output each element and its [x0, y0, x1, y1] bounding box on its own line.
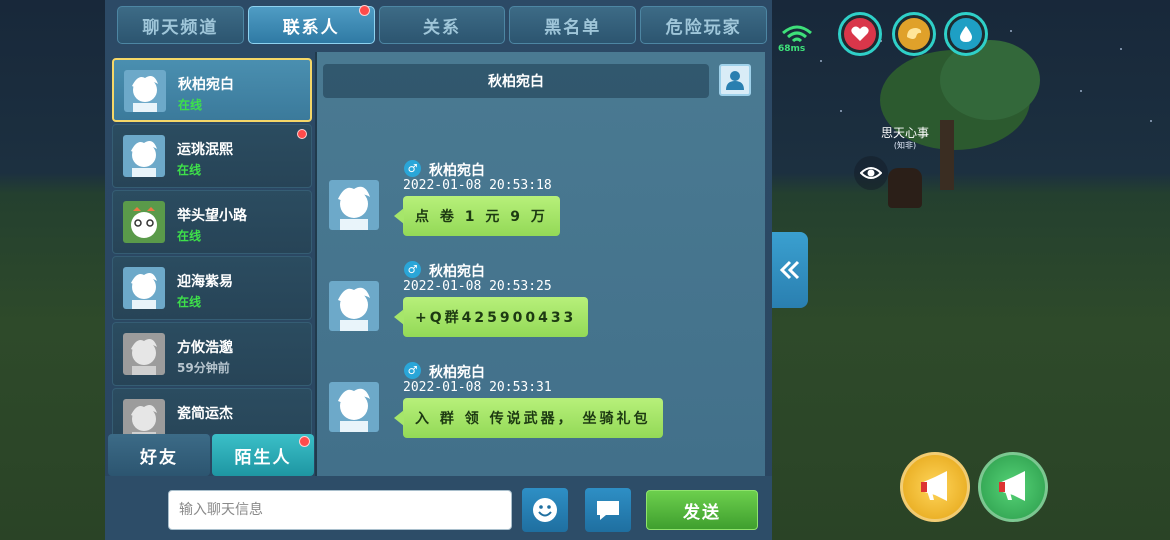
megaphone-icon	[999, 471, 1025, 501]
tab-friends[interactable]: 好友	[108, 434, 210, 476]
avatar	[123, 135, 165, 177]
contact-name: 运珧泯熙	[177, 142, 233, 158]
world-broadcast-button[interactable]	[900, 452, 970, 522]
chat-input-bar: 发送	[105, 476, 772, 540]
chat-input[interactable]	[168, 490, 512, 530]
quick-phrase-button[interactable]	[585, 488, 631, 532]
contact-name: 瓷简运杰	[177, 406, 233, 422]
tab-relations[interactable]: 关系	[378, 6, 506, 44]
speech-bubble-icon	[597, 501, 619, 520]
user-icon	[726, 71, 744, 90]
contact-status: 在线	[177, 295, 202, 309]
social-tabs: 聊天频道 联系人 关系 黑名单 危险玩家	[117, 5, 767, 46]
emoji-button[interactable]	[522, 488, 568, 532]
avatar	[123, 399, 165, 434]
tab-dangerous-players[interactable]: 危险玩家	[640, 6, 767, 44]
health-gauge	[838, 12, 882, 56]
avatar[interactable]	[329, 281, 379, 331]
contact-item[interactable]: 方攸浩邈 59分钟前	[112, 322, 312, 386]
contact-item[interactable]: 运珧泯熙 在线	[112, 124, 312, 188]
contact-name: 方攸浩邈	[177, 340, 233, 356]
tab-strangers[interactable]: 陌生人	[212, 434, 314, 476]
male-icon: ♂	[404, 160, 421, 177]
hunger-gauge	[892, 12, 936, 56]
contact-status: 59分钟前	[177, 361, 230, 375]
avatar	[123, 267, 165, 309]
contact-status: 在线	[177, 163, 202, 177]
contact-name: 举头望小路	[177, 208, 247, 224]
message-sender: 秋柏宛白	[429, 264, 485, 280]
message-timestamp: 2022-01-08 20:53:31	[403, 380, 552, 395]
notification-dot	[297, 129, 307, 139]
message-timestamp: 2022-01-08 20:53:18	[403, 178, 552, 193]
npc-on-horse[interactable]	[888, 168, 922, 208]
smiley-icon	[533, 498, 557, 522]
chat-title: 秋柏宛白	[323, 64, 709, 98]
collapse-panel-button[interactable]	[772, 232, 808, 308]
avatar[interactable]	[329, 180, 379, 230]
avatar	[123, 201, 165, 243]
contact-name: 秋柏宛白	[178, 77, 234, 93]
message-bubble[interactable]: +Q群425900433	[393, 297, 589, 337]
message-bubble[interactable]: 点 卷 1 元 9 万	[394, 196, 560, 236]
contact-item[interactable]: 瓷简运杰	[112, 388, 312, 434]
bread-icon	[907, 28, 922, 39]
double-chevron-left-icon	[779, 260, 800, 280]
thirst-gauge	[944, 12, 988, 56]
male-icon: ♂	[404, 362, 421, 379]
ping-label: 68ms	[778, 44, 806, 54]
chat-message: ♂ 秋柏宛白 2022-01-08 20:53:18 点 卷 1 元 9 万	[329, 160, 749, 240]
contact-item[interactable]: 举头望小路 在线	[112, 190, 312, 254]
contact-name: 迎海紫易	[177, 274, 233, 290]
chat-message: ♂ 秋柏宛白 2022-01-08 20:53:31 入 群 领 传说武器， 坐…	[329, 362, 749, 442]
eye-icon[interactable]	[854, 156, 888, 190]
team-broadcast-button[interactable]	[978, 452, 1048, 522]
chat-message: ♂ 秋柏宛白 2022-01-08 20:53:25 +Q群425900433	[329, 261, 749, 341]
avatar	[123, 333, 165, 375]
message-timestamp: 2022-01-08 20:53:25	[403, 279, 552, 294]
contact-category-tabs: 好友 陌生人	[108, 434, 314, 476]
message-bubble[interactable]: 入 群 领 传说武器， 坐骑礼包	[394, 398, 663, 438]
megaphone-icon	[921, 471, 947, 501]
message-sender: 秋柏宛白	[429, 163, 485, 179]
contact-status: 在线	[177, 229, 202, 243]
tab-contacts-label: 联系人	[282, 17, 340, 38]
message-sender: 秋柏宛白	[429, 365, 485, 381]
male-icon: ♂	[404, 261, 421, 278]
send-button[interactable]: 发送	[646, 490, 758, 530]
water-drop-icon	[960, 26, 972, 42]
notification-dot	[299, 436, 310, 447]
contact-status: 在线	[178, 98, 203, 112]
tab-chat-channel[interactable]: 聊天频道	[117, 6, 244, 44]
avatar[interactable]	[329, 382, 379, 432]
tab-blacklist[interactable]: 黑名单	[509, 6, 637, 44]
npc-subtitle: (知非)	[893, 141, 917, 150]
avatar	[124, 70, 166, 112]
tab-strangers-label: 陌生人	[234, 447, 292, 468]
social-panel: 聊天频道 联系人 关系 黑名单 危险玩家 秋柏宛白 在线 运珧泯熙 在线 举头望…	[105, 0, 772, 540]
chat-area: 秋柏宛白 ♂ 秋柏宛白 2022-01-08 20:53:18 点 卷 1 元 …	[315, 52, 765, 476]
contact-item[interactable]: 迎海紫易 在线	[112, 256, 312, 320]
heart-icon	[851, 26, 869, 41]
tab-contacts[interactable]: 联系人	[247, 5, 375, 44]
npc-name: 思天心事	[880, 126, 929, 140]
profile-button[interactable]	[719, 64, 751, 96]
notification-dot	[358, 5, 370, 16]
contact-item[interactable]: 秋柏宛白 在线	[112, 58, 312, 122]
contact-list: 秋柏宛白 在线 运珧泯熙 在线 举头望小路 在线 迎海紫易 在线 方攸浩邈 59…	[108, 58, 314, 434]
